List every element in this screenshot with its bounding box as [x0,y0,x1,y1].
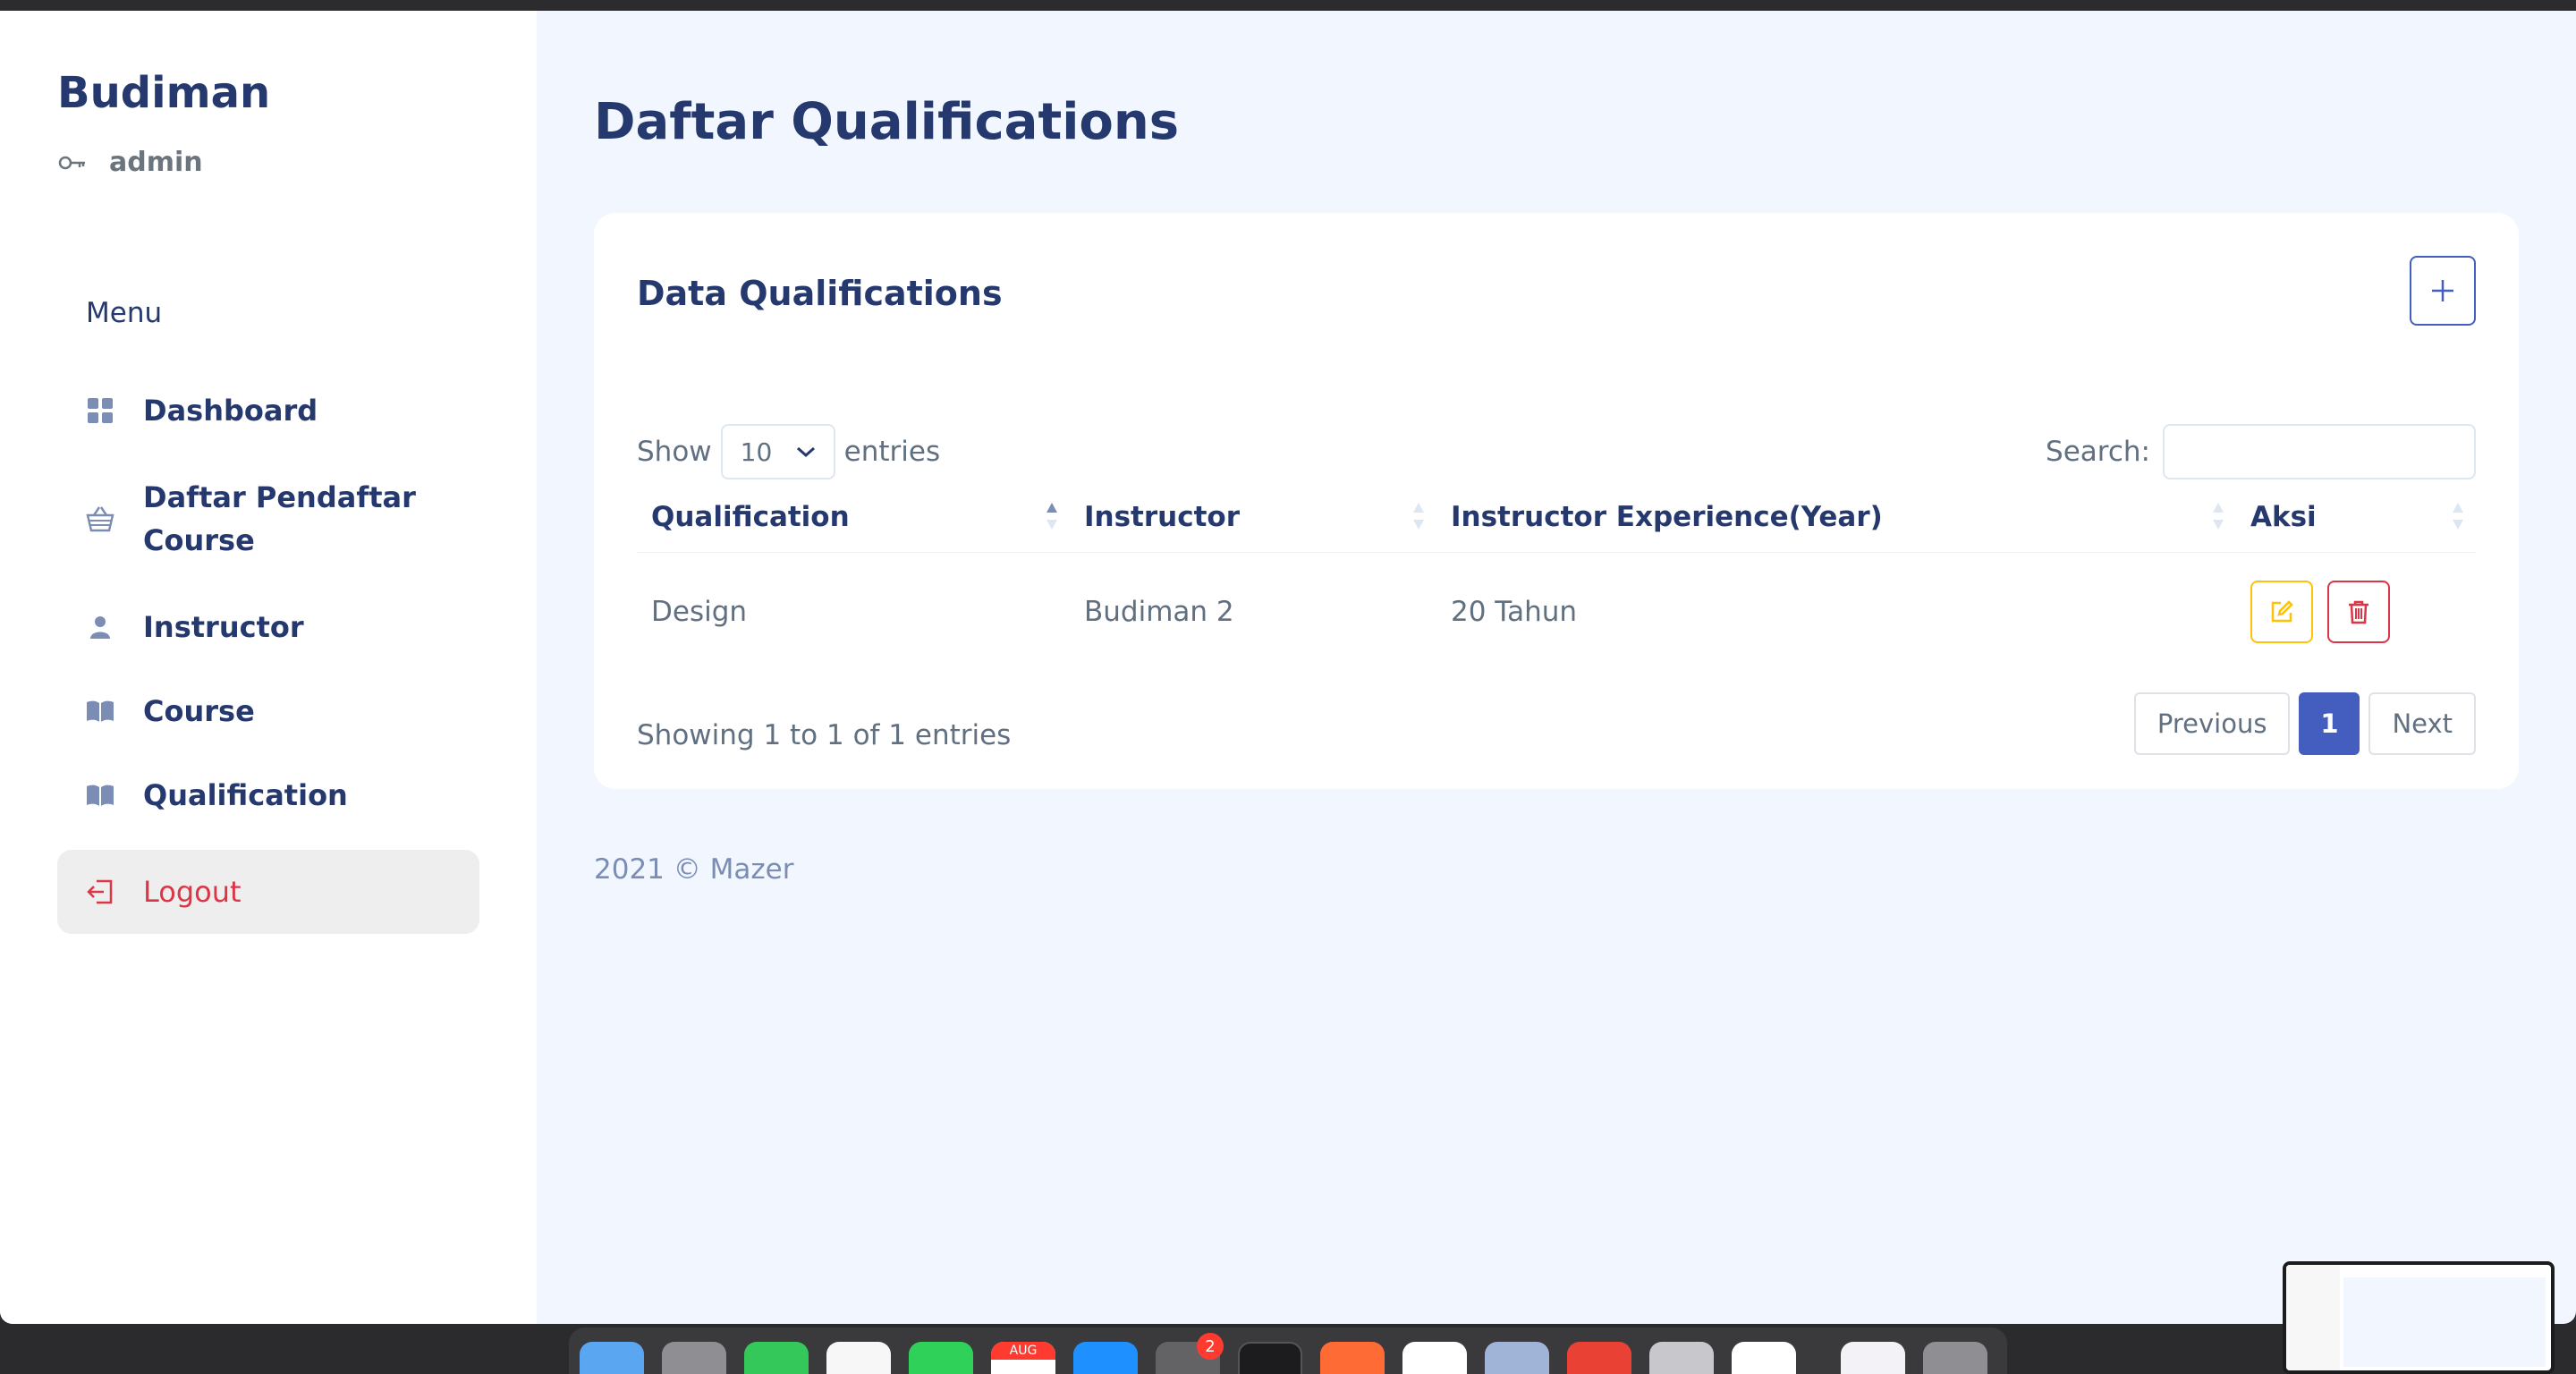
column-header-qualification[interactable]: Qualification [637,481,1070,553]
vscode-icon[interactable] [1732,1342,1796,1374]
search-label: Search: [2046,436,2150,468]
system-settings-icon[interactable]: 2 [1156,1333,1224,1374]
terminal-icon[interactable] [1238,1342,1302,1374]
browser-window: Budiman admin Menu Dashboard Daftar Pend… [0,11,2576,1324]
macos-dock: AUG 2 [569,1327,2007,1374]
grid-icon [88,398,113,423]
logout-button[interactable]: Logout [57,850,479,934]
cell-qualification: Design [651,596,748,628]
photos-icon[interactable] [826,1342,891,1374]
thumbnail-sidebar [2286,1265,2340,1370]
sort-icon [2213,502,2224,530]
column-header-experience[interactable]: Instructor Experience(Year) [1436,481,2236,553]
plus-icon [2432,280,2453,301]
sidebar-item-label: Daftar Pendaftar Course [143,480,416,557]
data-card: Data Qualifications Show 10 entries Sear… [594,213,2519,789]
key-icon [58,156,85,169]
screenshot-thumbnail[interactable] [2283,1261,2555,1374]
logout-label: Logout [143,875,242,909]
table-row: Design Budiman 2 20 Tahun [637,553,2476,671]
book-icon [87,700,114,722]
app-store-icon[interactable] [1073,1342,1138,1374]
sidebar-item-label: Dashboard [143,394,318,428]
preview-icon[interactable] [1485,1342,1549,1374]
notion-icon[interactable] [1402,1342,1467,1374]
menu-title: Menu [86,297,163,329]
sidebar-brand[interactable]: Budiman [57,68,270,118]
search-input[interactable] [2163,424,2476,479]
footer: 2021 © Mazer [594,853,794,886]
table-info: Showing 1 to 1 of 1 entries [637,719,1012,751]
chrome-icon[interactable] [1567,1342,1631,1374]
page-title: Daftar Qualifications [594,93,1180,151]
chevron-down-icon [796,446,815,458]
facetime-icon[interactable] [909,1342,973,1374]
sidebar-item-course[interactable]: Course [57,669,479,753]
top-bar [0,0,2576,11]
sidebar-nav: Dashboard Daftar Pendaftar Course Instru… [57,369,479,934]
pagination: Previous 1 Next [2133,692,2476,755]
edit-button[interactable] [2250,581,2313,643]
column-header-instructor[interactable]: Instructor [1070,481,1436,553]
sidebar-item-label: Course [143,694,255,728]
next-page-button[interactable]: Next [2368,692,2476,755]
user-role: admin [57,147,203,178]
sort-icon [2453,502,2463,530]
documents-folder-icon[interactable] [1841,1342,1905,1374]
sidebar-item-dashboard[interactable]: Dashboard [57,369,479,453]
delete-button[interactable] [2327,581,2390,643]
thumbnail-content [2343,1277,2546,1367]
add-button[interactable] [2410,256,2476,326]
settings-icon[interactable] [1649,1342,1714,1374]
calendar-icon[interactable]: AUG [991,1342,1055,1374]
book-icon [87,785,114,806]
column-header-aksi[interactable]: Aksi [2236,481,2476,553]
entries-label: entries [843,436,941,468]
sidebar: Budiman admin Menu Dashboard Daftar Pend… [0,11,537,1324]
launchpad-icon[interactable] [662,1342,726,1374]
sidebar-item-daftar-pendaftar-course[interactable]: Daftar Pendaftar Course [57,462,479,576]
sidebar-item-qualification[interactable]: Qualification [57,753,479,837]
page-1-button[interactable]: 1 [2299,692,2360,755]
user-role-label: admin [109,147,203,178]
cell-experience: 20 Tahun [1451,596,1578,628]
entries-select[interactable]: 10 [720,424,835,479]
search-control: Search: [2046,424,2476,479]
trash-bin-icon[interactable] [1923,1342,1987,1374]
person-icon [90,616,110,639]
main-content: Daftar Qualifications Data Qualification… [537,11,2576,1324]
cell-instructor: Budiman 2 [1084,596,1234,628]
design-app-icon[interactable] [1320,1342,1385,1374]
qualifications-table: Qualification Instructor Instructor Expe… [637,481,2476,671]
table-header: Qualification Instructor Instructor Expe… [637,481,2476,553]
entries-select-value: 10 [740,437,773,467]
sidebar-item-label: Qualification [143,778,348,812]
sidebar-item-label: Instructor [143,610,304,644]
edit-icon [2271,600,2293,623]
cell-actions [2236,581,2476,643]
finder-icon[interactable] [580,1342,644,1374]
card-title: Data Qualifications [637,274,1003,313]
sort-icon [1413,502,1424,530]
basket-icon [86,506,114,532]
logout-icon [87,879,113,904]
show-label: Show [637,436,712,468]
trash-icon [2349,600,2368,624]
sidebar-item-instructor[interactable]: Instructor [57,585,479,669]
calendar-month: AUG [991,1342,1055,1360]
previous-page-button[interactable]: Previous [2133,692,2291,755]
entries-length-control: Show 10 entries [637,424,940,479]
notification-badge: 2 [1197,1333,1224,1360]
messages-icon[interactable] [744,1342,809,1374]
sort-asc-icon [1046,502,1057,530]
